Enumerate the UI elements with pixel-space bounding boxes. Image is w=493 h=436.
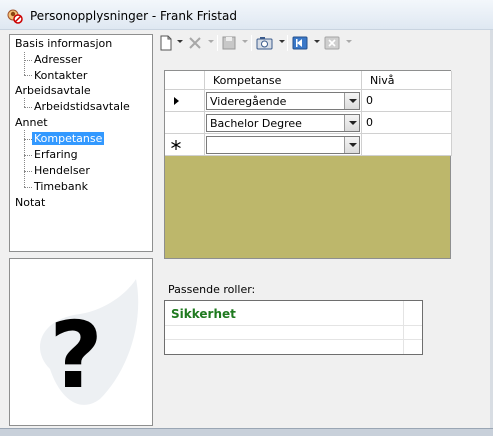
- new-dropdown-icon[interactable]: [177, 40, 183, 43]
- window-title: Personopplysninger - Frank Fristad: [30, 9, 237, 23]
- navigation-tree[interactable]: Basis informasjon Adresser Kontakter Arb…: [9, 34, 153, 252]
- first-record-icon[interactable]: [291, 34, 309, 52]
- competence-combobox[interactable]: [206, 136, 360, 154]
- delete-dropdown-icon[interactable]: [208, 40, 214, 43]
- competence-combobox[interactable]: Videregående: [206, 92, 360, 110]
- nav-item-arbeidsavtale[interactable]: Arbeidsavtale: [15, 83, 91, 98]
- tree-connector: [24, 107, 32, 108]
- roles-label: Passende roller:: [168, 283, 256, 296]
- title-bar: Personopplysninger - Frank Fristad: [0, 0, 493, 30]
- chevron-down-icon[interactable]: [344, 93, 359, 109]
- table-cell-competence[interactable]: Videregående: [205, 90, 362, 112]
- current-row-arrow-icon: [174, 97, 179, 105]
- toolbar-separator: [251, 35, 252, 51]
- tree-connector: [24, 60, 32, 61]
- competence-grid[interactable]: Kompetanse Nivå Videregående 0 Bachelor …: [164, 70, 452, 259]
- row-header[interactable]: [165, 134, 205, 156]
- grid-corner: [165, 71, 205, 90]
- close-record-dropdown-icon[interactable]: [346, 40, 352, 43]
- nav-item-adresser[interactable]: Adresser: [34, 52, 82, 67]
- new-row-asterisk-icon: [171, 140, 181, 150]
- table-cell-level[interactable]: 0: [362, 112, 452, 134]
- list-item[interactable]: Sikkerhet: [165, 301, 422, 326]
- chevron-down-icon[interactable]: [344, 115, 359, 131]
- camera-icon[interactable]: [255, 34, 275, 52]
- table-cell-competence[interactable]: Bachelor Degree: [205, 112, 362, 134]
- status-bar: [0, 428, 493, 436]
- nav-item-erfaring[interactable]: Erfaring: [34, 147, 78, 162]
- tree-connector: [24, 98, 25, 107]
- nav-item-basis-informasjon[interactable]: Basis informasjon: [15, 36, 112, 51]
- tree-connector: [24, 52, 25, 75]
- nav-item-annet[interactable]: Annet: [15, 115, 48, 130]
- save-icon[interactable]: [221, 34, 237, 52]
- nav-item-notat[interactable]: Notat: [15, 195, 45, 210]
- toolbar: [157, 32, 493, 54]
- competence-combobox[interactable]: Bachelor Degree: [206, 114, 360, 132]
- roles-list[interactable]: Sikkerhet: [164, 300, 423, 355]
- table-cell-competence[interactable]: [205, 134, 362, 156]
- toolbar-separator: [287, 35, 288, 51]
- new-document-icon[interactable]: [159, 34, 173, 52]
- list-item[interactable]: [165, 326, 422, 340]
- column-header-niva[interactable]: Nivå: [362, 71, 452, 90]
- question-mark-icon: ?: [40, 279, 139, 409]
- tree-connector: [24, 187, 32, 188]
- close-record-icon[interactable]: [323, 34, 341, 52]
- delete-icon[interactable]: [187, 34, 203, 52]
- table-cell-level[interactable]: [362, 134, 452, 156]
- camera-dropdown-icon[interactable]: [279, 40, 285, 43]
- nav-item-timebank[interactable]: Timebank: [34, 179, 88, 194]
- nav-item-kontakter[interactable]: Kontakter: [34, 68, 87, 83]
- save-dropdown-icon[interactable]: [242, 40, 248, 43]
- toolbar-separator: [217, 35, 218, 51]
- nav-item-arbeidstidsavtale[interactable]: Arbeidstidsavtale: [34, 99, 130, 114]
- photo-panel[interactable]: ?: [9, 258, 153, 426]
- person-info-icon: [7, 9, 23, 24]
- tree-connector: [24, 139, 32, 140]
- row-header[interactable]: [165, 90, 205, 112]
- column-header-kompetanse[interactable]: Kompetanse: [205, 71, 362, 90]
- tree-connector: [24, 155, 32, 156]
- row-header[interactable]: [165, 112, 205, 134]
- tree-connector: [24, 75, 32, 76]
- svg-text:?: ?: [49, 302, 102, 409]
- table-cell-level[interactable]: 0: [362, 90, 452, 112]
- nav-item-kompetanse[interactable]: Kompetanse: [32, 131, 105, 146]
- list-item[interactable]: [165, 340, 422, 354]
- first-record-dropdown-icon[interactable]: [314, 40, 320, 43]
- nav-item-hendelser[interactable]: Hendelser: [34, 163, 90, 178]
- chevron-down-icon[interactable]: [344, 137, 359, 153]
- tree-connector: [24, 171, 32, 172]
